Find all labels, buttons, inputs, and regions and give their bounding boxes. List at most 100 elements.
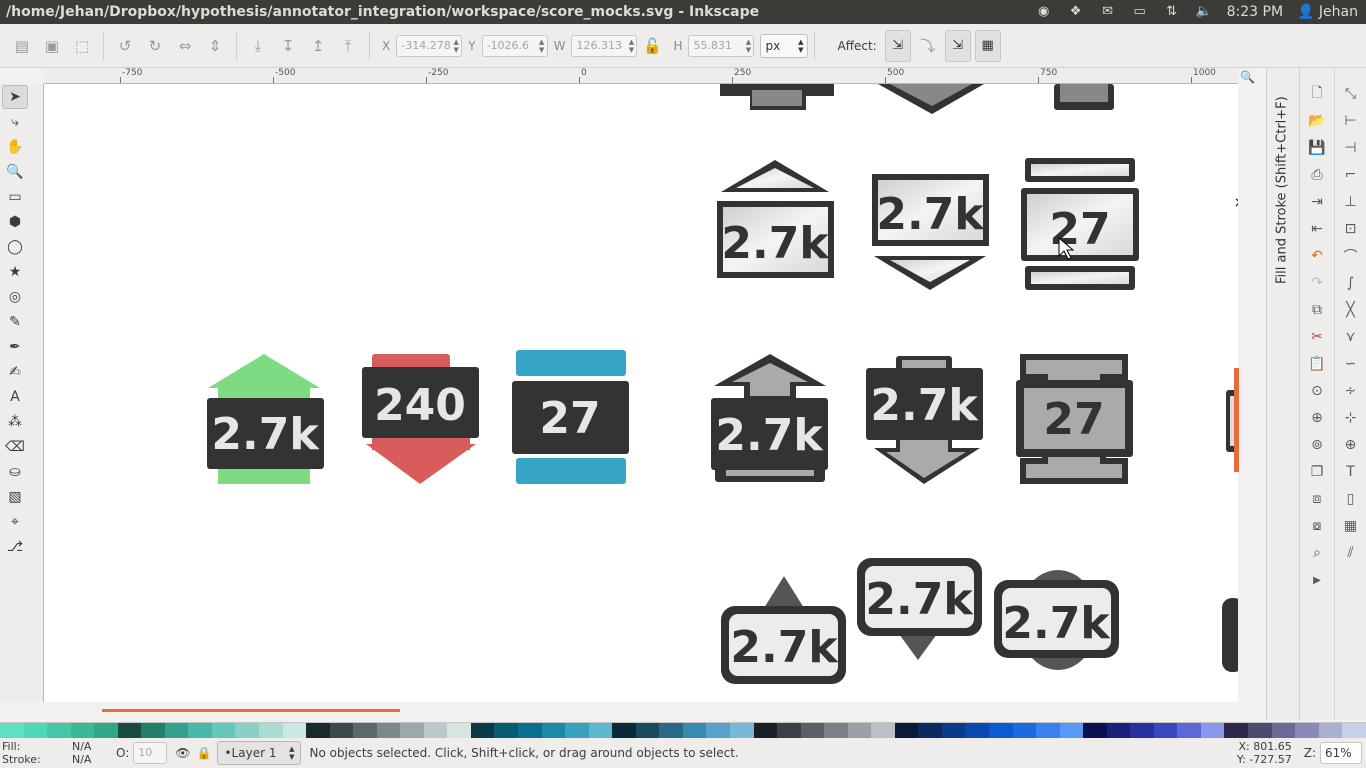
colored-badge-down[interactable]: 240 <box>362 354 479 484</box>
palette-swatch[interactable] <box>988 723 1013 739</box>
palette-swatch[interactable] <box>871 723 895 739</box>
palette-swatch[interactable] <box>188 723 212 739</box>
lock-layer-icon[interactable]: 🔒 <box>197 746 212 760</box>
vertical-ruler[interactable] <box>30 84 44 702</box>
flip-vertical-icon[interactable]: ⇕ <box>203 34 227 58</box>
scrollbar-thumb[interactable] <box>102 709 400 712</box>
pen-tool-icon[interactable]: ✒ <box>2 335 28 359</box>
snap-cusp-icon[interactable]: ⋎ <box>1339 325 1363 349</box>
lower-icon[interactable]: ↧ <box>276 34 300 58</box>
move-gradients-icon[interactable]: ⇲ <box>944 29 971 62</box>
cut-icon[interactable]: ✂ <box>1305 325 1329 349</box>
snap-nodes-icon[interactable]: ⌒ <box>1339 244 1363 268</box>
palette-swatch[interactable] <box>588 723 613 739</box>
gray-badge-up[interactable]: 2.7k <box>711 354 828 482</box>
snap-bbox-icon[interactable]: ⊢ <box>1339 109 1363 133</box>
import-icon[interactable]: ⇥ <box>1305 190 1329 214</box>
node-tool-icon[interactable]: ⤷ <box>2 110 28 134</box>
spiral-tool-icon[interactable]: ◎ <box>2 285 28 309</box>
light-badge-up[interactable]: 2.7k <box>717 160 834 278</box>
new-document-icon[interactable]: 🗋 <box>1305 82 1329 106</box>
palette-swatch[interactable] <box>753 723 778 739</box>
calligraphy-tool-icon[interactable]: ✍ <box>2 360 28 384</box>
palette-swatch[interactable] <box>141 723 165 739</box>
rectangle-tool-icon[interactable]: ▭ <box>2 185 28 209</box>
palette-swatch[interactable] <box>1059 723 1084 739</box>
palette-swatch[interactable] <box>376 723 401 739</box>
opacity-input[interactable]: 10 <box>133 742 168 764</box>
scale-stroke-icon[interactable]: ⇲ <box>884 29 911 62</box>
palette-swatch[interactable] <box>329 723 354 739</box>
raise-icon[interactable]: ↥ <box>306 34 330 58</box>
connector-tool-icon[interactable]: ⎇ <box>2 535 28 559</box>
colored-badge-both[interactable]: 27 <box>512 350 629 484</box>
select-all-icon[interactable]: ▣ <box>40 34 64 58</box>
bubble-badge-up[interactable]: 2.7k <box>721 576 846 684</box>
palette-swatch[interactable] <box>1083 723 1107 739</box>
open-document-icon[interactable]: 📂 <box>1305 109 1329 133</box>
eye-icon[interactable]: 👁 <box>175 746 190 760</box>
y-input[interactable]: -1026.6 ▲ ▼ <box>481 34 548 57</box>
ellipse-tool-icon[interactable]: ◯ <box>2 235 28 259</box>
duplicate-icon[interactable]: ❐ <box>1305 460 1329 484</box>
snap-bbox-center-icon[interactable]: ⊡ <box>1339 217 1363 241</box>
palette-swatch[interactable] <box>306 723 330 739</box>
box3d-tool-icon[interactable]: ⬢ <box>2 210 28 234</box>
snap-rotation-icon[interactable]: ⊕ <box>1339 433 1363 457</box>
select-all-layers-icon[interactable]: ⬚ <box>70 34 94 58</box>
bubble-badge-down[interactable]: 2.7k <box>857 558 982 660</box>
gray-badge-down[interactable]: 2.7k <box>866 356 983 484</box>
palette-swatch[interactable] <box>800 723 825 739</box>
paste-icon[interactable]: 📋 <box>1305 352 1329 376</box>
palette-swatch[interactable] <box>729 723 754 739</box>
selector-tool-icon[interactable]: ➤ <box>2 85 28 109</box>
partial-top-row[interactable] <box>720 84 1114 114</box>
eraser-tool-icon[interactable]: ⌫ <box>2 435 28 459</box>
xml-editor-icon[interactable]: ⌕ <box>1305 541 1329 565</box>
palette-swatch[interactable] <box>1224 723 1248 739</box>
snap-enable-icon[interactable]: ⤡ <box>1339 82 1363 106</box>
palette-swatch[interactable] <box>70 723 95 739</box>
palette-swatch[interactable] <box>1342 723 1366 739</box>
palette-swatch[interactable] <box>918 723 942 739</box>
vertical-scrollbar[interactable] <box>1236 84 1266 720</box>
h-input[interactable]: 55.831 ▲ ▼ <box>688 34 755 57</box>
palette-swatch[interactable] <box>1247 723 1272 739</box>
unlink-clone-icon[interactable]: ⧇ <box>1305 514 1329 538</box>
spray-tool-icon[interactable]: ⁂ <box>2 410 28 434</box>
star-tool-icon[interactable]: ★ <box>2 260 28 284</box>
bubble-badge-both[interactable]: 2.7k <box>994 570 1119 670</box>
palette-swatch[interactable] <box>164 723 189 739</box>
lock-icon[interactable]: 🔓 <box>640 34 664 58</box>
palette-swatch[interactable] <box>824 723 848 739</box>
horizontal-ruler[interactable]: -750 -500 -250 0 250 500 750 1000 <box>44 68 1238 84</box>
spotify-icon[interactable]: ◉ <box>1035 5 1053 19</box>
palette-swatch[interactable] <box>565 723 589 739</box>
palette-swatch[interactable] <box>941 723 966 739</box>
palette-swatch[interactable] <box>23 723 48 739</box>
colored-badge-up[interactable]: 2.7k <box>207 354 324 484</box>
fill-stroke-dock-label[interactable]: Fill and Stroke (Shift+Ctrl+F) <box>1270 74 1294 284</box>
palette-swatch[interactable] <box>1295 723 1319 739</box>
w-input[interactable]: 126.313 ▲ ▼ <box>571 34 638 57</box>
zoom-tool-icon[interactable]: 🔍 <box>2 160 28 184</box>
palette-swatch[interactable] <box>1036 723 1060 739</box>
drawing-canvas[interactable]: 2.7k 2.7k 27 2.7k 240 27 2.7k 2.7k 27 2.… <box>44 84 1238 702</box>
unit-select[interactable]: px ▲ ▼ <box>760 33 809 58</box>
palette-swatch[interactable] <box>470 723 495 739</box>
light-badge-down[interactable]: 2.7k <box>872 174 989 290</box>
palette-swatch[interactable] <box>1177 723 1201 739</box>
palette-swatch[interactable] <box>494 723 519 739</box>
snap-bbox-edge-icon[interactable]: ⊣ <box>1339 136 1363 160</box>
clone-icon[interactable]: ⧈ <box>1305 487 1329 511</box>
palette-swatch[interactable] <box>541 723 566 739</box>
palette-swatch[interactable] <box>1318 723 1343 739</box>
user-menu[interactable]: 👤 Jehan <box>1297 4 1358 20</box>
palette-swatch[interactable] <box>353 723 377 739</box>
palette-swatch[interactable] <box>94 723 118 739</box>
palette-swatch[interactable] <box>1153 723 1178 739</box>
bucket-tool-icon[interactable]: ⛀ <box>2 460 28 484</box>
dropbox-icon[interactable]: ❖ <box>1067 5 1085 19</box>
snap-grid-icon[interactable]: ▦ <box>1339 514 1363 538</box>
palette-swatch[interactable] <box>706 723 730 739</box>
